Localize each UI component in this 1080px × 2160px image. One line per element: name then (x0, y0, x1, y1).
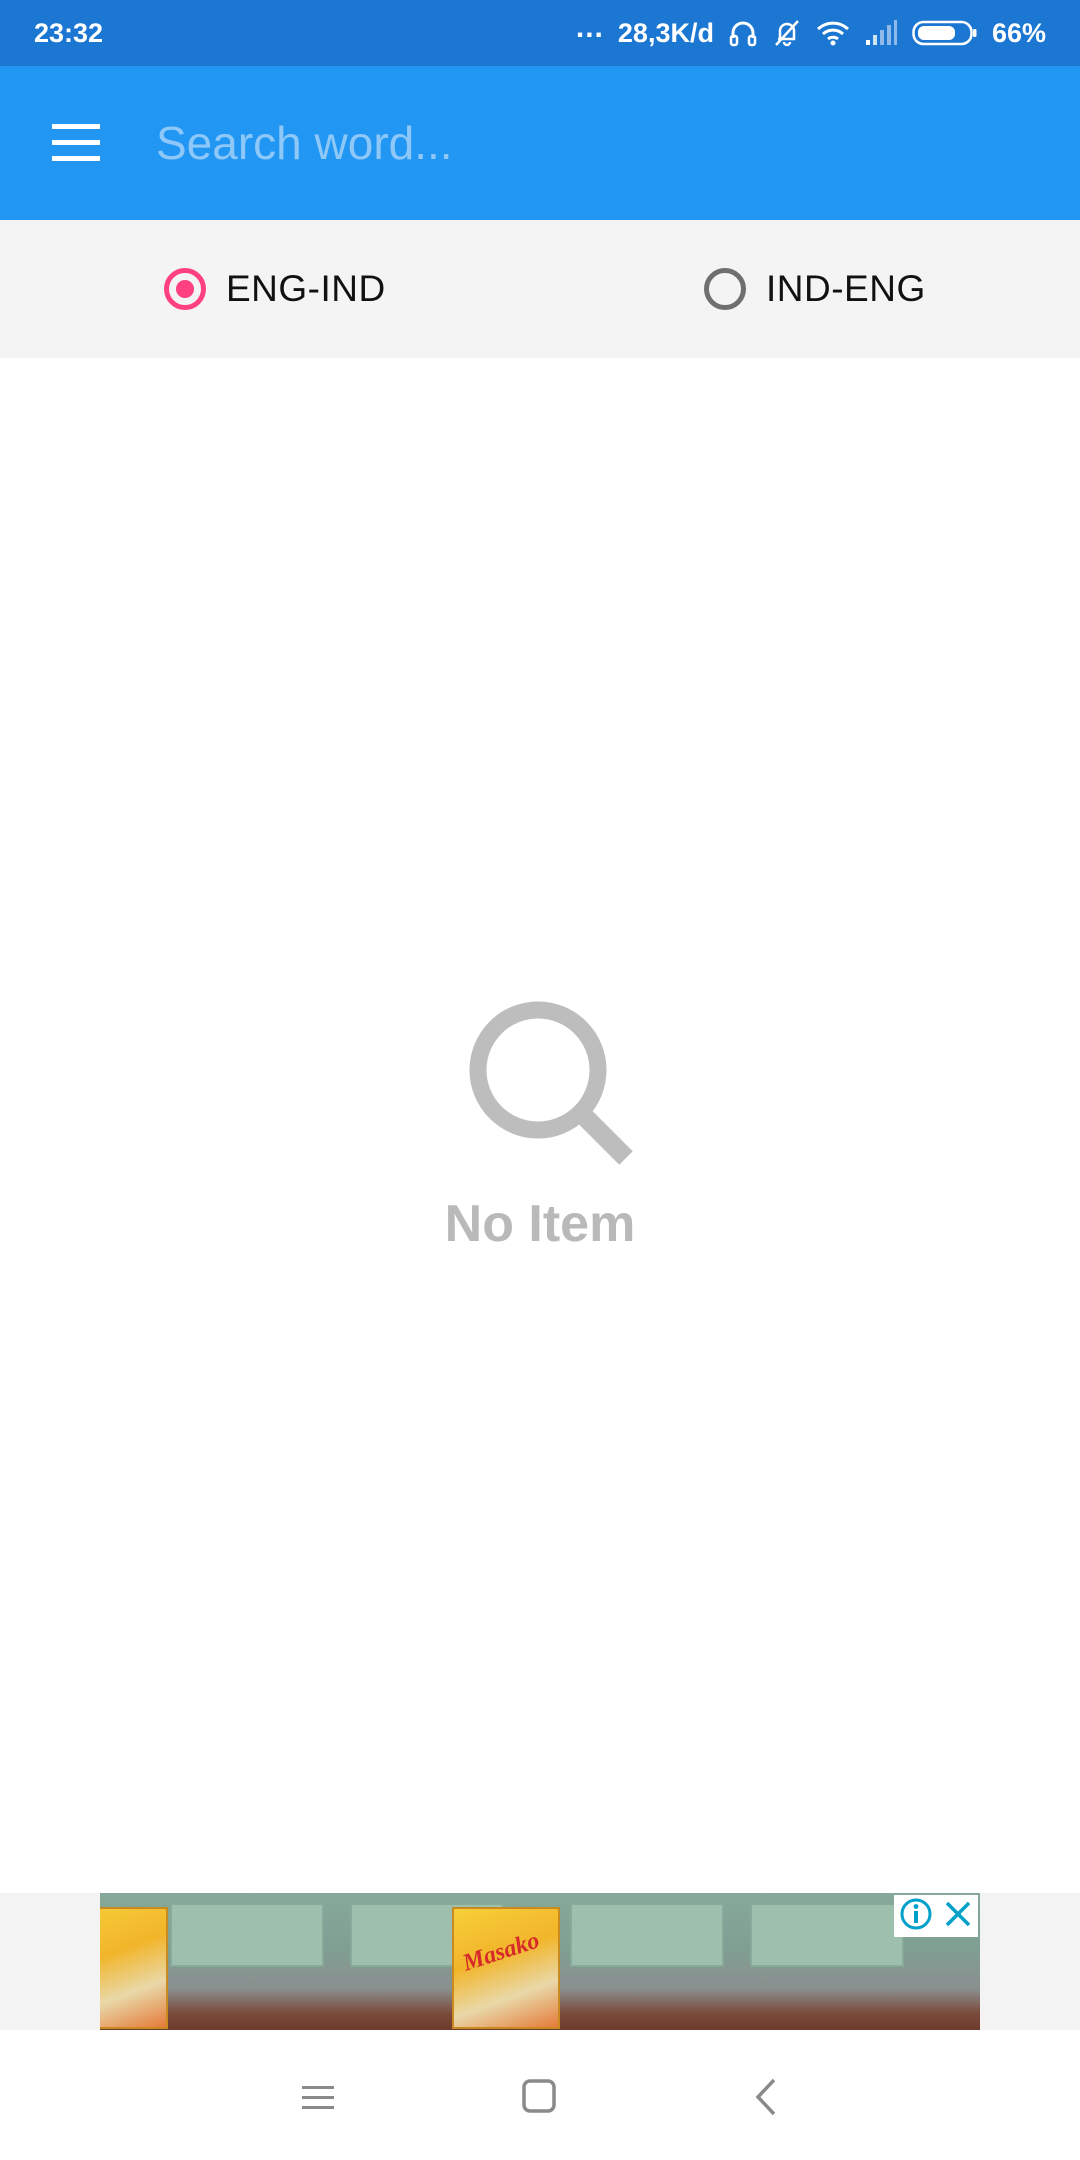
ad-banner[interactable]: Masako (100, 1893, 980, 2032)
more-notifications-indicator: ... (575, 11, 604, 44)
battery-percent: 66% (991, 17, 1046, 48)
status-indicators: ... 28,3K/d 66% (576, 11, 1046, 49)
navigation-bar (0, 2030, 1080, 2160)
menu-icon[interactable] (46, 120, 106, 166)
ad-controls (894, 1895, 978, 1937)
ad-container: Masako (0, 1893, 1080, 2032)
signal-icon (864, 20, 898, 46)
ad-background-cabinet (170, 1903, 324, 1967)
info-icon[interactable] (899, 1897, 933, 1936)
search-icon (469, 1001, 633, 1165)
wifi-icon (816, 19, 850, 47)
status-bar: 23:32 ... 28,3K/d 66% (0, 0, 1080, 66)
radio-unchecked-icon[interactable] (704, 268, 746, 310)
ad-product-image (100, 1907, 168, 2029)
battery-icon (912, 19, 978, 47)
radio-checked-icon[interactable] (164, 268, 206, 310)
radio-label-ind-eng[interactable]: IND-ENG (766, 268, 926, 310)
ad-product-image: Masako (452, 1907, 560, 2029)
search-input[interactable] (150, 106, 1042, 180)
close-icon[interactable] (943, 1899, 973, 1934)
radio-ind-eng[interactable]: IND-ENG (704, 220, 926, 358)
radio-eng-ind[interactable]: ENG-IND (164, 220, 386, 358)
empty-state-text: No Item (444, 1195, 636, 1253)
direction-toggle: ENG-IND IND-ENG (0, 220, 1080, 358)
headphones-icon (728, 18, 758, 48)
ad-background-cabinet (570, 1903, 724, 1967)
recents-icon[interactable] (290, 2072, 346, 2122)
network-speed: 28,3K/d (617, 17, 714, 48)
ad-brand-logo: Masako (459, 1927, 543, 1977)
status-time: 23:32 (34, 17, 104, 48)
bell-off-icon (772, 18, 802, 48)
empty-state: No Item (0, 990, 1080, 1254)
home-icon[interactable] (512, 2072, 568, 2122)
back-icon[interactable] (740, 2072, 796, 2122)
radio-label-eng-ind[interactable]: ENG-IND (226, 268, 386, 310)
ad-background-cabinet (750, 1903, 904, 1967)
app-bar (0, 66, 1080, 220)
